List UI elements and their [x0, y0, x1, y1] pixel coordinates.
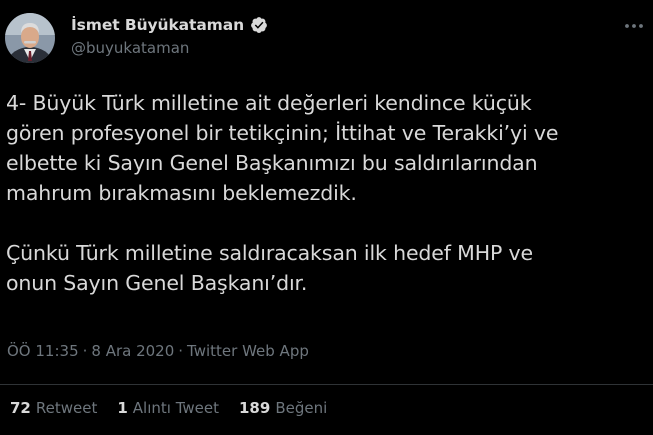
tweet-time[interactable]: ÖÖ 11:35	[7, 342, 79, 360]
retweets-stat[interactable]: 72 Retweet	[10, 399, 97, 417]
display-name[interactable]: İsmet Büyükataman	[71, 16, 244, 34]
tweet-date[interactable]: 8 Ara 2020	[91, 342, 174, 360]
likes-count: 189	[239, 399, 271, 417]
author-handle[interactable]: @buyukataman	[71, 39, 189, 57]
likes-label: Beğeni	[275, 399, 328, 417]
author-name-row[interactable]: İsmet Büyükataman	[71, 16, 268, 34]
retweets-label: Retweet	[35, 399, 98, 417]
verified-badge-icon	[250, 16, 268, 34]
quotes-count: 1	[117, 399, 128, 417]
tweet-card: İsmet Büyükataman @buyukataman 4- Büyük …	[0, 0, 653, 435]
meta-separator: ·	[82, 342, 88, 360]
retweets-count: 72	[10, 399, 31, 417]
tweet-source[interactable]: Twitter Web App	[187, 342, 309, 360]
quote-tweets-stat[interactable]: 1 Alıntı Tweet	[117, 399, 219, 417]
quotes-label: Alıntı Tweet	[132, 399, 219, 417]
tweet-text: 4- Büyük Türk milletine ait değerleri ke…	[6, 91, 559, 295]
tweet-meta: ÖÖ 11:35 · 8 Ara 2020 · Twitter Web App	[7, 342, 309, 360]
meta-separator: ·	[178, 342, 184, 360]
divider	[0, 384, 653, 385]
engagement-stats: 72 Retweet 1 Alıntı Tweet 189 Beğeni	[10, 399, 327, 417]
more-options-icon[interactable]	[622, 16, 646, 36]
likes-stat[interactable]: 189 Beğeni	[239, 399, 327, 417]
avatar[interactable]	[5, 13, 55, 63]
